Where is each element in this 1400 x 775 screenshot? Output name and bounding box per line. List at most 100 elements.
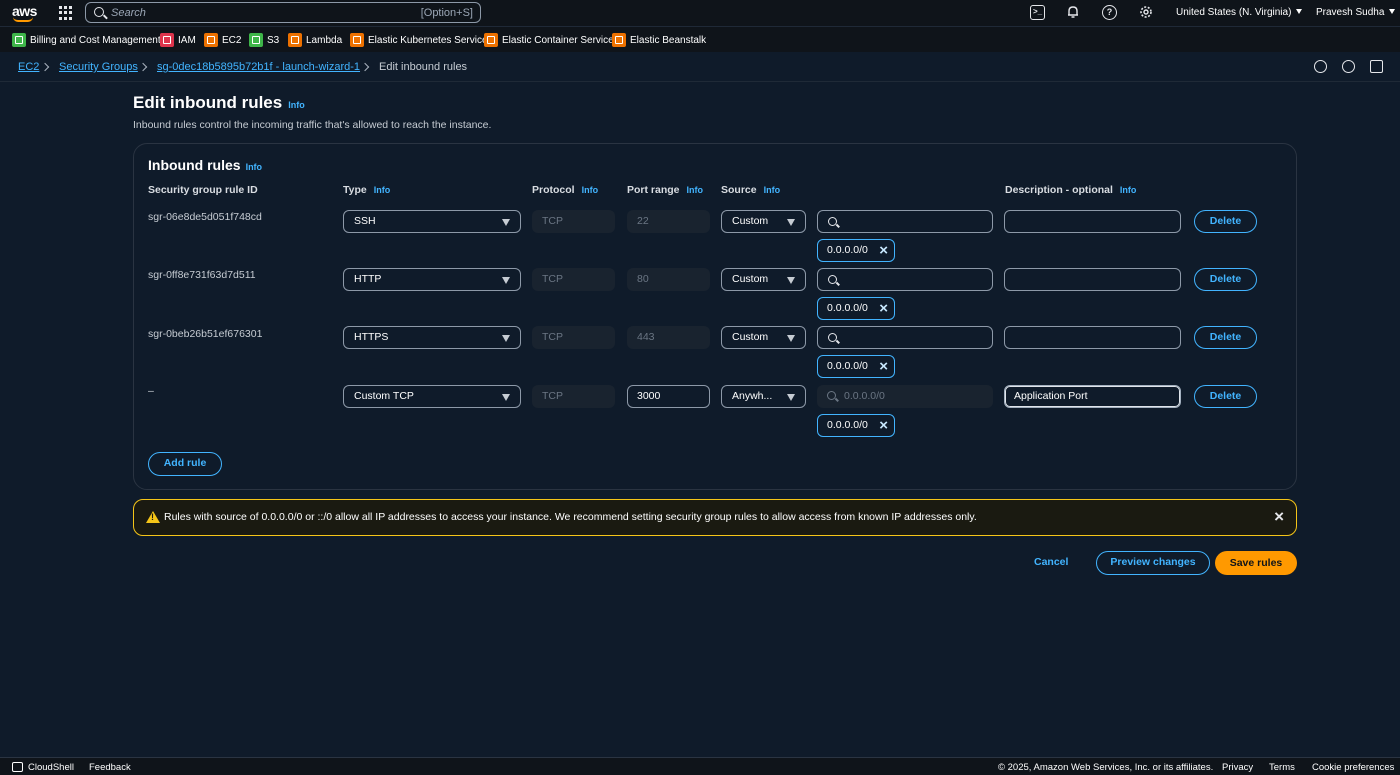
help-icon[interactable]: ? [1102, 5, 1117, 20]
source-select[interactable]: Custom [721, 326, 806, 349]
port-range-field: 22 [627, 210, 710, 233]
type-select[interactable]: HTTPS [343, 326, 521, 349]
search-box[interactable]: [Option+S] [85, 2, 481, 23]
page-title-text: Edit inbound rules [133, 93, 283, 112]
breadcrumb-ec2[interactable]: EC2 [18, 61, 39, 73]
footer-cookie-preferences[interactable]: Cookie preferences [1312, 762, 1394, 773]
breadcrumb-security-group[interactable]: sg-0dec18b5895b72b1f - launch-wizard-1 [157, 61, 360, 73]
caret-down-icon [502, 219, 510, 226]
favorite-beanstalk[interactable]: Elastic Beanstalk [612, 33, 706, 47]
footer-terms[interactable]: Terms [1269, 762, 1295, 773]
type-select[interactable]: HTTP [343, 268, 521, 291]
description-input[interactable]: Application Port [1004, 385, 1181, 408]
info-link[interactable]: Info [288, 100, 305, 110]
favorite-label: Billing and Cost Management [30, 34, 161, 46]
chevron-right-icon [40, 62, 50, 72]
column-header-port-range: Port range Info [627, 184, 703, 196]
search-input[interactable] [111, 5, 401, 21]
info-link[interactable]: Info [374, 185, 391, 195]
cidr-token-label: 0.0.0.0/0 [827, 360, 868, 372]
close-icon[interactable]: × [879, 241, 888, 260]
protocol-field: TCP [532, 385, 615, 408]
search-icon [94, 7, 104, 17]
close-icon[interactable]: × [879, 357, 888, 376]
column-header-text: Port range [627, 184, 680, 196]
column-header-source: Source Info [721, 184, 780, 196]
source-value: Custom [732, 215, 769, 227]
type-value: Custom TCP [354, 390, 414, 402]
info-link[interactable]: Info [764, 185, 781, 195]
cidr-search-input[interactable] [817, 268, 993, 291]
cidr-token: 0.0.0.0/0 × [817, 414, 895, 437]
description-input[interactable] [1004, 268, 1181, 291]
region-selector[interactable]: United States (N. Virginia) [1176, 7, 1303, 18]
favorite-s3[interactable]: S3 [249, 33, 279, 47]
favorite-label: S3 [267, 34, 280, 46]
breadcrumb-security-groups[interactable]: Security Groups [59, 61, 138, 73]
save-rules-button[interactable]: Save rules [1215, 551, 1297, 575]
delete-button[interactable]: Delete [1194, 385, 1257, 408]
info-icon[interactable] [1314, 60, 1327, 73]
user-menu[interactable]: Pravesh Sudha [1316, 7, 1396, 18]
history-icon[interactable] [1342, 60, 1355, 73]
favorite-label: IAM [178, 34, 196, 46]
description-input[interactable] [1004, 326, 1181, 349]
info-link[interactable]: Info [582, 185, 599, 195]
rule-id: sgr-0beb26b51ef676301 [148, 328, 263, 340]
add-rule-button[interactable]: Add rule [148, 452, 222, 476]
favorite-ec2[interactable]: EC2 [204, 33, 241, 47]
gear-icon[interactable] [1138, 5, 1153, 20]
column-header-protocol: Protocol Info [532, 184, 598, 196]
type-value: HTTP [354, 273, 382, 285]
page-title: Edit inbound rules Info [133, 93, 305, 113]
favorite-eks[interactable]: Elastic Kubernetes Service [350, 33, 488, 47]
info-link[interactable]: Info [246, 162, 263, 172]
footer-feedback[interactable]: Feedback [89, 762, 131, 773]
search-icon [828, 275, 837, 284]
source-value: Anywh... [732, 390, 773, 402]
search-icon [827, 391, 836, 400]
source-select[interactable]: Custom [721, 268, 806, 291]
cidr-token: 0.0.0.0/0 × [817, 239, 895, 262]
footer-privacy[interactable]: Privacy [1222, 762, 1253, 773]
caret-down-icon [502, 277, 510, 284]
close-icon[interactable]: × [879, 299, 888, 318]
source-select[interactable]: Custom [721, 210, 806, 233]
aws-logo-smile [13, 17, 33, 22]
grid-icon[interactable] [59, 6, 73, 20]
favorite-billing[interactable]: Billing and Cost Management [12, 33, 161, 47]
cidr-search-input[interactable] [817, 210, 993, 233]
delete-button[interactable]: Delete [1194, 210, 1257, 233]
type-select[interactable]: SSH [343, 210, 521, 233]
column-header-text: Description - optional [1005, 184, 1113, 196]
info-link[interactable]: Info [687, 185, 704, 195]
cloudshell-icon[interactable]: >_ [1030, 5, 1045, 20]
region-label: United States (N. Virginia) [1176, 7, 1292, 18]
display-settings-icon[interactable] [1370, 60, 1383, 73]
favorite-label: Lambda [306, 34, 343, 46]
cidr-search-input[interactable] [817, 326, 993, 349]
source-select[interactable]: Anywh... [721, 385, 806, 408]
chevron-down-icon [1389, 9, 1396, 14]
delete-button[interactable]: Delete [1194, 326, 1257, 349]
bell-icon[interactable] [1065, 5, 1080, 20]
preview-changes-button[interactable]: Preview changes [1096, 551, 1210, 575]
close-icon[interactable]: × [879, 416, 888, 435]
favorite-iam[interactable]: IAM [160, 33, 196, 47]
info-link[interactable]: Info [1120, 185, 1137, 195]
favorite-ecs[interactable]: Elastic Container Service [484, 33, 614, 47]
column-header-text: Source [721, 184, 757, 196]
description-input[interactable] [1004, 210, 1181, 233]
cancel-button[interactable]: Cancel [1034, 556, 1068, 568]
delete-button[interactable]: Delete [1194, 268, 1257, 291]
close-icon[interactable]: × [1274, 508, 1284, 525]
type-value: HTTPS [354, 331, 389, 343]
cidr-token: 0.0.0.0/0 × [817, 297, 895, 320]
type-select[interactable]: Custom TCP [343, 385, 521, 408]
rule-id: – [148, 385, 154, 397]
footer-cloudshell[interactable]: CloudShell [28, 762, 74, 773]
favorite-lambda[interactable]: Lambda [288, 33, 342, 47]
column-header-rule-id: Security group rule ID [148, 184, 258, 196]
port-range-input[interactable]: 3000 [627, 385, 710, 408]
favorite-label: EC2 [222, 34, 242, 46]
